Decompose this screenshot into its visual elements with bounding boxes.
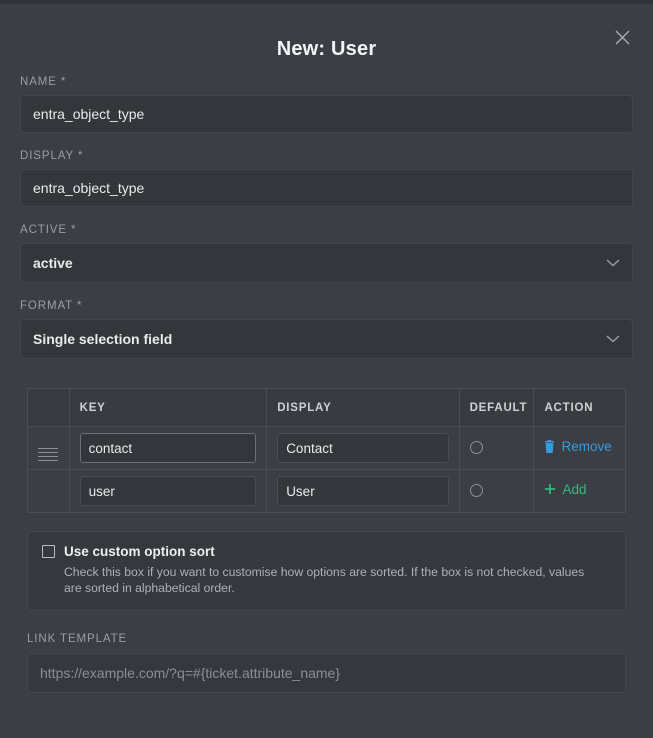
field-group-display: DISPLAY * (20, 150, 633, 207)
custom-sort-description: Check this box if you want to customise … (64, 565, 585, 595)
custom-sort-checkbox[interactable] (42, 545, 55, 558)
trash-icon (544, 439, 555, 453)
modal-header: New: User (0, 4, 653, 76)
row-action-cell: Add (533, 469, 626, 513)
table-header-row: KEY DISPLAY DEFAULT ACTION (27, 388, 626, 427)
name-label: NAME * (20, 76, 67, 88)
header-key: KEY (68, 388, 268, 427)
link-template-input[interactable] (27, 653, 626, 693)
display-label: DISPLAY * (20, 150, 84, 162)
option-display-input[interactable] (277, 476, 449, 506)
header-action: ACTION (533, 388, 626, 427)
options-table: KEY DISPLAY DEFAULT ACTION contact Conta… (27, 388, 626, 513)
format-select-wrap: Single selection field (20, 319, 633, 359)
option-display-input[interactable] (277, 433, 449, 463)
header-default: DEFAULT (458, 388, 535, 427)
header-handle (27, 388, 70, 427)
options-table-wrap: KEY DISPLAY DEFAULT ACTION contact Conta… (0, 376, 653, 513)
row-default-cell (458, 469, 535, 513)
row-drag-cell (27, 469, 70, 513)
close-icon[interactable] (609, 24, 635, 50)
options-table-head: KEY DISPLAY DEFAULT ACTION (27, 388, 626, 427)
option-key-input[interactable] (79, 476, 257, 506)
custom-sort-row[interactable]: Use custom option sort (42, 544, 611, 559)
active-label: ACTIVE * (20, 224, 77, 236)
format-select[interactable]: Single selection field (20, 319, 633, 359)
active-select[interactable]: active (20, 243, 633, 283)
remove-option-button[interactable]: Remove (544, 438, 612, 454)
link-template-group: LINK TEMPLATE (27, 633, 626, 693)
remove-option-label: Remove (561, 438, 612, 454)
row-default-cell (458, 426, 535, 470)
field-group-format: FORMAT * Single selection field (20, 300, 633, 359)
row-display-cell (266, 426, 460, 470)
option-key-input[interactable] (79, 433, 257, 463)
add-option-label: Add (562, 481, 587, 497)
display-input[interactable] (20, 169, 633, 207)
active-select-wrap: active (20, 243, 633, 283)
options-table-body: Remove (27, 426, 626, 513)
row-action-cell: Remove (533, 426, 626, 470)
row-drag-cell[interactable] (27, 426, 70, 470)
plus-icon (544, 483, 556, 495)
page-title: New: User (276, 38, 377, 60)
default-radio[interactable] (469, 441, 483, 455)
header-display: DISPLAY (266, 388, 460, 427)
row-key-cell (68, 426, 268, 470)
row-display-cell (266, 469, 460, 513)
new-user-modal: New: User NAME * DISPLAY * ACTIVE * acti… (0, 4, 653, 738)
custom-sort-box: Use custom option sort Check this box if… (27, 531, 626, 611)
add-option-button[interactable]: Add (544, 482, 586, 497)
field-group-active: ACTIVE * active (20, 224, 633, 283)
table-row: Remove (27, 426, 626, 470)
field-group-name: NAME * (20, 76, 633, 133)
format-label: FORMAT * (20, 300, 83, 312)
name-input[interactable] (20, 95, 633, 133)
table-row: Add (27, 469, 626, 513)
row-key-cell (68, 469, 268, 513)
modal-body: NAME * DISPLAY * ACTIVE * active FORMAT … (0, 76, 653, 359)
drag-handle-icon[interactable] (38, 447, 59, 461)
link-template-label: LINK TEMPLATE (27, 633, 128, 645)
default-radio[interactable] (469, 484, 483, 498)
custom-sort-label: Use custom option sort (64, 544, 215, 559)
